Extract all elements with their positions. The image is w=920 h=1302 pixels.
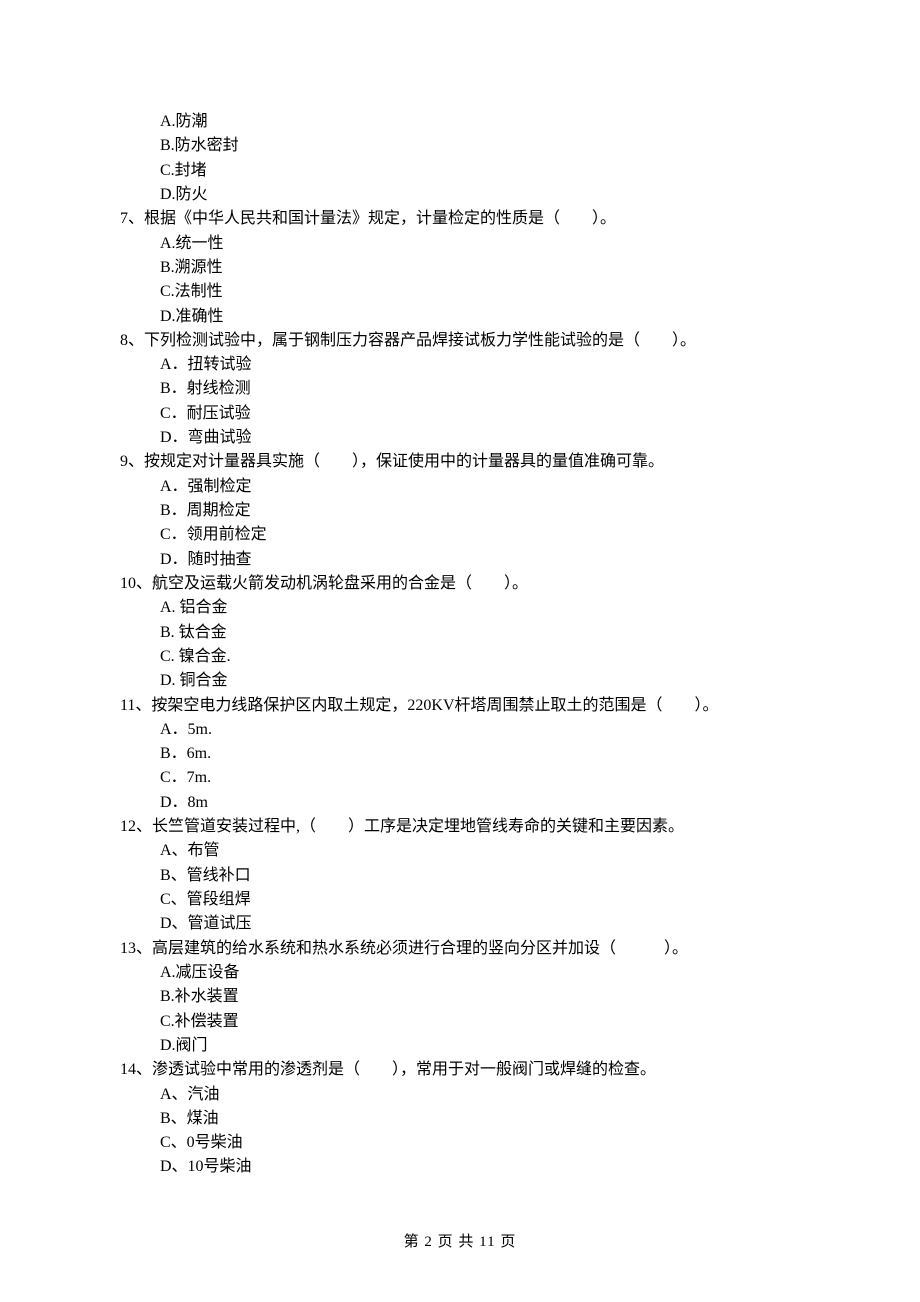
option-q10d: D. 铜合金 <box>160 669 800 693</box>
question-13: 13、高层建筑的给水系统和热水系统必须进行合理的竖向分区并加设（ ）。 <box>120 937 800 961</box>
option-q8b: B．射线检测 <box>160 377 800 401</box>
option-q14c: C、0号柴油 <box>160 1131 800 1155</box>
option-q8c: C．耐压试验 <box>160 402 800 426</box>
option-q11d: D．8m <box>160 791 800 815</box>
question-9: 9、按规定对计量器具实施（ ），保证使用中的计量器具的量值准确可靠。 <box>120 450 800 474</box>
option-q6b: B.防水密封 <box>160 134 800 158</box>
option-q7a: A.统一性 <box>160 232 800 256</box>
question-12: 12、长竺管道安装过程中,（ ）工序是决定埋地管线寿命的关键和主要因素。 <box>120 815 800 839</box>
question-7: 7、根据《中华人民共和国计量法》规定，计量检定的性质是（ ）。 <box>120 207 800 231</box>
option-q11a: A．5m. <box>160 718 800 742</box>
option-q10a: A. 铝合金 <box>160 596 800 620</box>
option-q13c: C.补偿装置 <box>160 1010 800 1034</box>
option-q6c: C.封堵 <box>160 159 800 183</box>
option-q14b: B、煤油 <box>160 1107 800 1131</box>
option-q11c: C．7m. <box>160 766 800 790</box>
option-q13a: A.减压设备 <box>160 961 800 985</box>
option-q6a: A.防潮 <box>160 110 800 134</box>
question-8: 8、下列检测试验中，属于钢制压力容器产品焊接试板力学性能试验的是（ ）。 <box>120 329 800 353</box>
option-q13b: B.补水装置 <box>160 985 800 1009</box>
option-q13d: D.阀门 <box>160 1034 800 1058</box>
option-q8d: D．弯曲试验 <box>160 426 800 450</box>
page-footer: 第 2 页 共 11 页 <box>0 1231 920 1254</box>
option-q9c: C．领用前检定 <box>160 523 800 547</box>
option-q11b: B．6m. <box>160 742 800 766</box>
option-q7c: C.法制性 <box>160 280 800 304</box>
option-q6d: D.防火 <box>160 183 800 207</box>
option-q7d: D.准确性 <box>160 305 800 329</box>
option-q14a: A、汽油 <box>160 1083 800 1107</box>
option-q10b: B. 钛合金 <box>160 621 800 645</box>
option-q14d: D、10号柴油 <box>160 1155 800 1179</box>
question-11: 11、按架空电力线路保护区内取土规定，220KV杆塔周围禁止取土的范围是（ ）。 <box>120 694 800 718</box>
option-q9b: B．周期检定 <box>160 499 800 523</box>
option-q9a: A．强制检定 <box>160 475 800 499</box>
option-q12a: A、布管 <box>160 839 800 863</box>
option-q12d: D、管道试压 <box>160 912 800 936</box>
question-14: 14、渗透试验中常用的渗透剂是（ ），常用于对一般阀门或焊缝的检查。 <box>120 1058 800 1082</box>
option-q10c: C. 镍合金. <box>160 645 800 669</box>
option-q12b: B、管线补口 <box>160 864 800 888</box>
page-content: A.防潮 B.防水密封 C.封堵 D.防火 7、根据《中华人民共和国计量法》规定… <box>0 0 920 1180</box>
option-q12c: C、管段组焊 <box>160 888 800 912</box>
option-q8a: A．扭转试验 <box>160 353 800 377</box>
question-10: 10、航空及运载火箭发动机涡轮盘采用的合金是（ ）。 <box>120 572 800 596</box>
option-q7b: B.溯源性 <box>160 256 800 280</box>
option-q9d: D．随时抽查 <box>160 548 800 572</box>
